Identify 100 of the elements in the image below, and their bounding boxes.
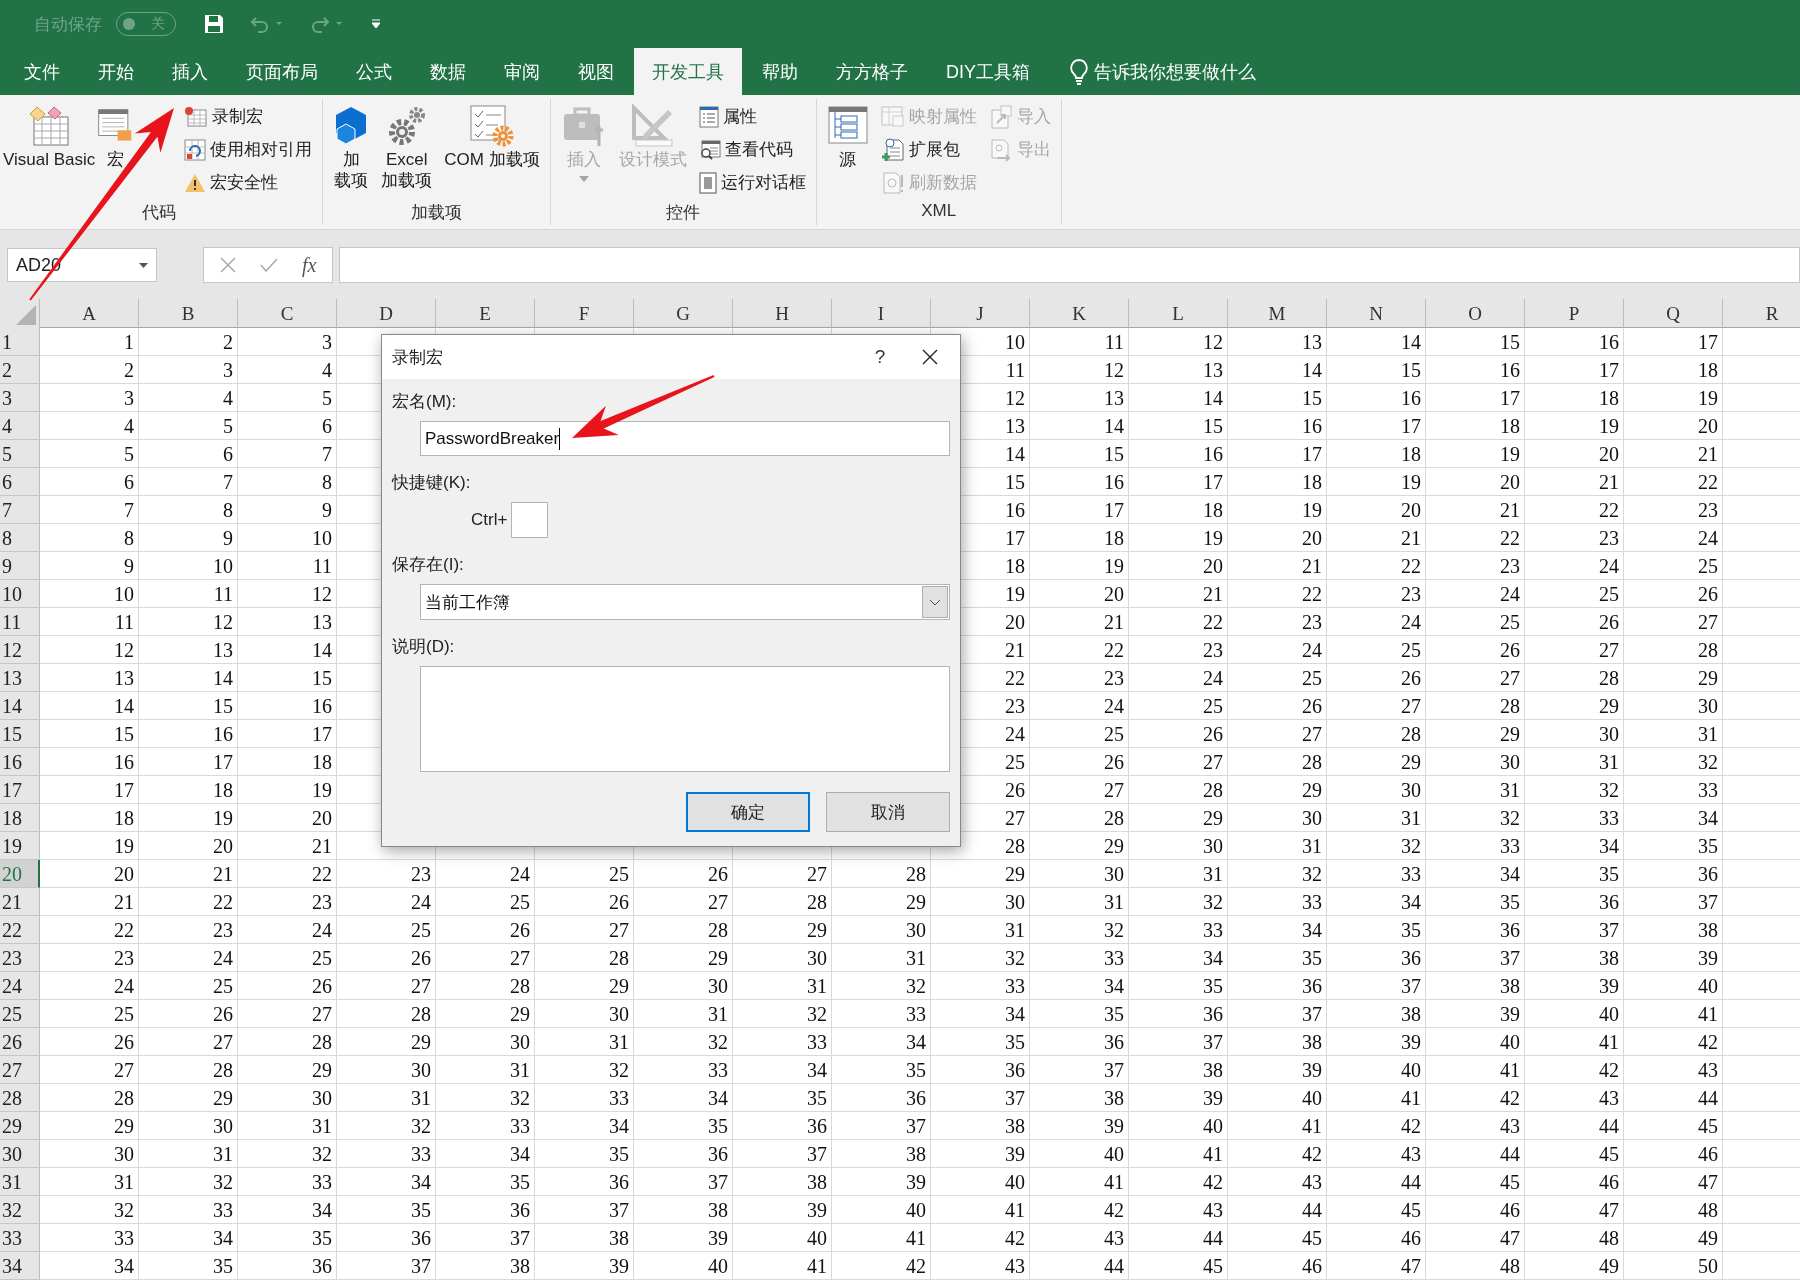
table-cell: 32: [1327, 832, 1426, 860]
ribbon-button[interactable]: 运行对话框: [694, 167, 810, 198]
column-header[interactable]: K: [1030, 299, 1129, 328]
row-header[interactable]: 18: [0, 804, 40, 832]
column-header[interactable]: L: [1129, 299, 1228, 328]
row-header[interactable]: 26: [0, 1028, 40, 1056]
table-cell: 14: [238, 636, 337, 664]
ribbon-tab[interactable]: 审阅: [486, 48, 558, 95]
ribbon-button[interactable]: 加 载项: [329, 99, 374, 191]
save-icon[interactable]: [204, 14, 224, 34]
table-cell: 43: [1030, 1224, 1129, 1252]
row-header[interactable]: 21: [0, 888, 40, 916]
row-header[interactable]: 22: [0, 916, 40, 944]
insert-function-button[interactable]: fx: [302, 253, 317, 277]
description-field[interactable]: [420, 666, 950, 772]
ribbon-button[interactable]: Excel 加载项: [377, 99, 437, 191]
column-header[interactable]: B: [139, 299, 238, 328]
ribbon-tab[interactable]: 帮助: [744, 48, 816, 95]
column-header[interactable]: N: [1327, 299, 1426, 328]
row-header[interactable]: 1: [0, 328, 40, 356]
tell-me-search[interactable]: 告诉我你想要做什么: [1094, 59, 1256, 84]
cancel-icon[interactable]: [220, 257, 236, 273]
row-header[interactable]: 16: [0, 748, 40, 776]
row-header[interactable]: 28: [0, 1084, 40, 1112]
column-header[interactable]: F: [535, 299, 634, 328]
table-cell: 36: [1327, 944, 1426, 972]
dialog-button[interactable]: 确定: [686, 792, 810, 832]
ribbon-button[interactable]: 宏安全性: [180, 167, 317, 198]
column-header[interactable]: H: [733, 299, 832, 328]
ribbon-tab[interactable]: 公式: [338, 48, 410, 95]
ribbon-button[interactable]: 查看代码: [694, 134, 810, 165]
row-header[interactable]: 10: [0, 580, 40, 608]
ribbon-button[interactable]: COM 加载项: [440, 99, 544, 170]
column-header[interactable]: E: [436, 299, 535, 328]
row-header[interactable]: 24: [0, 972, 40, 1000]
row-header[interactable]: 8: [0, 524, 40, 552]
undo-icon[interactable]: [250, 15, 284, 33]
ribbon-tab[interactable]: 数据: [412, 48, 484, 95]
row-header[interactable]: 3: [0, 384, 40, 412]
ribbon-tab[interactable]: 视图: [560, 48, 632, 95]
row-header[interactable]: 15: [0, 720, 40, 748]
shortcut-key-field[interactable]: [511, 502, 549, 538]
customize-icon[interactable]: [370, 18, 382, 30]
ribbon-tab[interactable]: DIY工具箱: [928, 48, 1048, 95]
select-all-icon[interactable]: [16, 305, 36, 325]
store-in-dropdown[interactable]: 当前工作簿: [420, 584, 950, 620]
ribbon-button[interactable]: Visual Basic: [2, 99, 97, 170]
row-header[interactable]: 12: [0, 636, 40, 664]
column-header[interactable]: D: [337, 299, 436, 328]
column-header[interactable]: R: [1723, 299, 1800, 328]
ribbon-tab[interactable]: 方方格子: [818, 48, 926, 95]
dialog-button[interactable]: 取消: [826, 792, 950, 832]
column-header[interactable]: Q: [1624, 299, 1723, 328]
redo-icon[interactable]: [310, 15, 344, 33]
row-header[interactable]: 2: [0, 356, 40, 384]
row-header[interactable]: 33: [0, 1224, 40, 1252]
ribbon-tab[interactable]: 开始: [80, 48, 152, 95]
row-header[interactable]: 32: [0, 1196, 40, 1224]
row-header[interactable]: 14: [0, 692, 40, 720]
row-header[interactable]: 5: [0, 440, 40, 468]
row-header[interactable]: 25: [0, 1000, 40, 1028]
row-header[interactable]: 6: [0, 468, 40, 496]
ribbon-tab[interactable]: 页面布局: [228, 48, 336, 95]
column-header[interactable]: J: [931, 299, 1030, 328]
ribbon-tab[interactable]: 开发工具: [634, 48, 742, 95]
column-header[interactable]: P: [1525, 299, 1624, 328]
row-header[interactable]: 9: [0, 552, 40, 580]
row-header[interactable]: 4: [0, 412, 40, 440]
ribbon-button[interactable]: 属性: [694, 101, 810, 132]
row-header[interactable]: 17: [0, 776, 40, 804]
row-header[interactable]: 13: [0, 664, 40, 692]
ribbon-button[interactable]: 源: [822, 99, 873, 170]
row-header[interactable]: 7: [0, 496, 40, 524]
check-icon[interactable]: [260, 258, 278, 272]
row-header[interactable]: 19: [0, 832, 40, 860]
ribbon-button[interactable]: 录制宏: [180, 101, 317, 132]
ribbon-button[interactable]: 使用相对引用: [180, 134, 317, 165]
help-button[interactable]: ?: [860, 345, 900, 369]
column-header[interactable]: O: [1426, 299, 1525, 328]
row-header[interactable]: 23: [0, 944, 40, 972]
table-cell: 8: [139, 496, 238, 524]
row-header[interactable]: 31: [0, 1168, 40, 1196]
column-header[interactable]: M: [1228, 299, 1327, 328]
column-header[interactable]: A: [40, 299, 139, 328]
column-header[interactable]: G: [634, 299, 733, 328]
column-header[interactable]: I: [832, 299, 931, 328]
row-header[interactable]: 11: [0, 608, 40, 636]
ribbon-button[interactable]: 扩展包: [876, 134, 981, 165]
ribbon-tab[interactable]: 文件: [6, 48, 78, 95]
row-header[interactable]: 27: [0, 1056, 40, 1084]
formula-input[interactable]: [339, 247, 1800, 283]
ribbon-tab[interactable]: 插入: [154, 48, 226, 95]
row-header[interactable]: 34: [0, 1252, 40, 1280]
row-header[interactable]: 29: [0, 1112, 40, 1140]
table-cell: 38: [634, 1196, 733, 1224]
ribbon-button[interactable]: 宏: [96, 99, 135, 170]
row-header[interactable]: 20: [0, 860, 40, 888]
macro-name-field[interactable]: PasswordBreaker: [420, 421, 950, 456]
row-header[interactable]: 30: [0, 1140, 40, 1168]
column-header[interactable]: C: [238, 299, 337, 328]
